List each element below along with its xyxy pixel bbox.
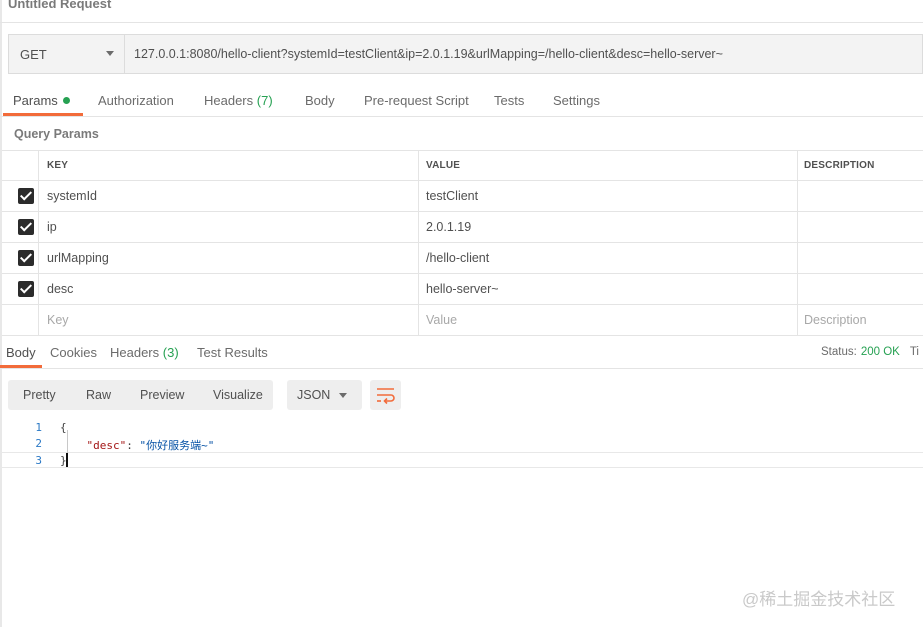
wrap-lines-icon — [377, 388, 395, 405]
open-brace: { — [60, 421, 67, 434]
active-response-tab-indicator — [0, 365, 42, 368]
status-code: 200 OK — [860, 346, 900, 358]
watermark: @稀土掘金技术社区 — [742, 590, 896, 609]
response-tab-headers[interactable]: Headers (3) — [110, 345, 179, 360]
method-select[interactable]: GET — [9, 35, 125, 73]
code-line: 2 "desc": "你好服务端~" — [0, 436, 923, 452]
tab-pre-request-script[interactable]: Pre-request Script — [364, 93, 469, 108]
view-mode-group: Pretty Raw Preview Visualize — [8, 380, 273, 410]
response-tab-body[interactable]: Body — [6, 345, 36, 360]
json-value: "你好服务端~" — [139, 439, 215, 452]
response-tab-test-results[interactable]: Test Results — [197, 345, 268, 360]
param-key[interactable]: desc — [38, 274, 418, 304]
headers-count: (7) — [256, 93, 273, 108]
request-tabs: Params Authorization Headers (7) Body Pr… — [0, 86, 923, 117]
format-select[interactable]: JSON — [287, 380, 362, 410]
new-description-input[interactable]: Description — [797, 305, 923, 335]
table-row: urlMapping /hello-client — [2, 243, 923, 274]
tab-authorization[interactable]: Authorization — [98, 93, 174, 108]
dropdown-caret-icon — [106, 51, 114, 56]
checkbox-checked-icon[interactable] — [18, 281, 34, 297]
param-description[interactable] — [797, 243, 923, 273]
line-number: 3 — [35, 454, 42, 467]
param-description[interactable] — [797, 274, 923, 304]
query-params-title: Query Params — [14, 127, 99, 141]
text-cursor — [66, 453, 68, 467]
format-label: JSON — [297, 388, 331, 402]
param-description[interactable] — [797, 181, 923, 211]
param-value[interactable]: testClient — [418, 181, 797, 211]
param-key[interactable]: ip — [38, 212, 418, 242]
code-line: 1 { — [0, 420, 923, 436]
table-row: ip 2.0.1.19 — [2, 212, 923, 243]
param-value[interactable]: hello-server~ — [418, 274, 797, 304]
tab-settings[interactable]: Settings — [553, 93, 600, 108]
view-pretty-button[interactable]: Pretty — [23, 388, 56, 402]
response-tab-cookies[interactable]: Cookies — [50, 345, 97, 360]
tab-params[interactable]: Params — [13, 93, 70, 108]
param-value[interactable]: 2.0.1.19 — [418, 212, 797, 242]
time-label-truncated: Ti — [909, 346, 919, 358]
header-description: DESCRIPTION — [797, 151, 923, 180]
active-tab-indicator — [3, 113, 83, 116]
table-row: systemId testClient — [2, 181, 923, 212]
title-divider — [0, 22, 923, 23]
view-visualize-button[interactable]: Visualize — [213, 388, 263, 402]
view-raw-button[interactable]: Raw — [86, 388, 111, 402]
header-key: KEY — [38, 151, 418, 180]
checkbox-checked-icon[interactable] — [18, 188, 34, 204]
code-line-current: 3 } — [0, 452, 923, 468]
json-key: "desc" — [86, 439, 127, 452]
checkbox-checked-icon[interactable] — [18, 250, 34, 266]
new-key-input[interactable]: Key — [38, 305, 418, 335]
params-active-dot — [62, 97, 70, 104]
table-header-row: KEY VALUE DESCRIPTION — [2, 150, 923, 181]
new-value-input[interactable]: Value — [418, 305, 797, 335]
dropdown-caret-icon — [339, 393, 347, 398]
param-key[interactable]: systemId — [38, 181, 418, 211]
response-tabs: Body Cookies Headers (3) Test Results St… — [0, 338, 923, 369]
view-preview-button[interactable]: Preview — [140, 388, 184, 402]
method-label: GET — [20, 46, 47, 62]
response-headers-count: (3) — [162, 345, 179, 360]
new-param-row: Key Value Description — [2, 305, 923, 336]
param-value[interactable]: /hello-client — [418, 243, 797, 273]
line-number: 1 — [35, 421, 42, 434]
param-key[interactable]: urlMapping — [38, 243, 418, 273]
checkbox-checked-icon[interactable] — [18, 219, 34, 235]
table-row: desc hello-server~ — [2, 274, 923, 305]
tab-body[interactable]: Body — [305, 93, 335, 108]
header-value: VALUE — [418, 151, 797, 180]
wrap-lines-button[interactable] — [370, 380, 401, 410]
url-bar: GET 127.0.0.1:8080/hello-client?systemId… — [8, 34, 923, 74]
request-title: Untitled Request — [8, 0, 112, 11]
response-status: Status: 200 OK Ti — [821, 346, 919, 358]
line-number: 2 — [35, 437, 42, 450]
tab-tests[interactable]: Tests — [494, 93, 524, 108]
url-input[interactable]: 127.0.0.1:8080/hello-client?systemId=tes… — [125, 35, 922, 73]
param-description[interactable] — [797, 212, 923, 242]
tab-headers[interactable]: Headers (7) — [204, 93, 273, 108]
